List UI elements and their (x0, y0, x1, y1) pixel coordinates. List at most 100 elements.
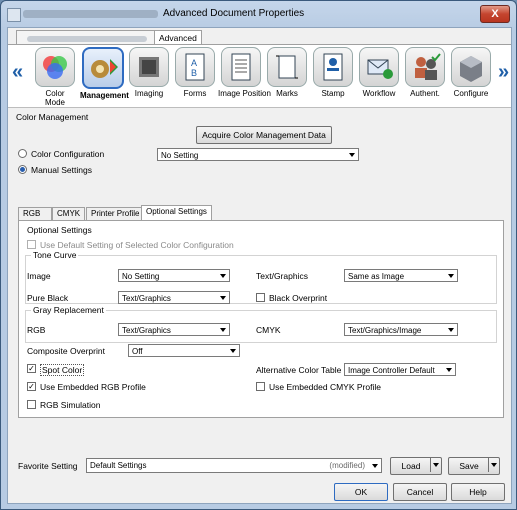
favorite-setting-label: Favorite Setting (18, 461, 78, 471)
image-select[interactable]: No Setting (118, 269, 230, 282)
function-image-position[interactable]: Image Position (218, 47, 271, 98)
function-label: Management (80, 91, 129, 100)
select-value: Default Settings (90, 461, 147, 470)
stamp-icon (313, 47, 353, 87)
tab-optional-settings[interactable]: Optional Settings (141, 205, 212, 221)
select-value: No Setting (122, 272, 160, 281)
function-label: Imaging (134, 89, 164, 98)
composite-overprint-select[interactable]: Off (128, 344, 240, 357)
modified-text: (modified) (329, 461, 365, 470)
use-embedded-cmyk-label: Use Embedded CMYK Profile (269, 382, 381, 392)
dialog-window: Advanced Document Properties X Advanced … (0, 0, 517, 510)
load-button[interactable]: Load (390, 457, 442, 475)
tab-advanced[interactable]: Advanced (154, 30, 202, 45)
text-graphics-label: Text/Graphics (256, 271, 308, 281)
manual-settings-radio[interactable] (18, 165, 27, 174)
close-button[interactable]: X (480, 5, 510, 23)
alternative-color-table-select[interactable]: Image Controller Default (344, 363, 456, 376)
function-stamp[interactable]: Stamp (310, 47, 356, 98)
use-embedded-cmyk-checkbox[interactable] (256, 382, 265, 391)
chevron-down-icon (230, 349, 236, 353)
black-overprint-checkbox[interactable] (256, 293, 265, 302)
function-label: Marks (276, 89, 298, 98)
color-configuration-radio[interactable] (18, 149, 27, 158)
function-label: Authent. (410, 89, 440, 98)
favorite-setting-select[interactable]: Default Settings (modified) (86, 458, 382, 473)
optional-settings-heading: Optional Settings (27, 225, 92, 235)
gray-replacement-heading: Gray Replacement (31, 305, 106, 315)
composite-overprint-label: Composite Overprint (27, 346, 105, 356)
ok-button[interactable]: OK (334, 483, 388, 501)
authent-icon (405, 47, 445, 87)
select-value: Image Controller Default (348, 366, 435, 375)
save-dropdown-icon[interactable] (488, 458, 499, 472)
function-imaging[interactable]: Imaging (126, 47, 172, 98)
color-configuration-label: Color Configuration (31, 149, 105, 159)
function-label: Image Position (218, 89, 271, 98)
function-configure[interactable]: Configure (448, 47, 494, 98)
help-button[interactable]: Help (451, 483, 505, 501)
load-label: Load (401, 461, 421, 471)
tab-cmyk[interactable]: CMYK (52, 207, 86, 220)
chevron-down-icon (448, 274, 454, 278)
scroll-right-arrow-icon[interactable]: » (498, 61, 509, 84)
function-color-mode[interactable]: Color Mode (32, 47, 78, 107)
use-default-checkbox[interactable] (27, 240, 36, 249)
alternative-color-table-label: Alternative Color Table (256, 365, 342, 375)
function-label: Workflow (362, 89, 396, 98)
pure-black-select[interactable]: Text/Graphics (118, 291, 230, 304)
chevron-down-icon (448, 328, 454, 332)
text-graphics-select[interactable]: Same as Image (344, 269, 458, 282)
spot-color-checkbox[interactable]: ✓ (27, 364, 36, 373)
chevron-down-icon (220, 274, 226, 278)
cmyk-label: CMYK (256, 325, 281, 335)
svg-text:B: B (191, 68, 197, 78)
use-default-label: Use Default Setting of Selected Color Co… (40, 240, 234, 250)
use-embedded-rgb-checkbox[interactable]: ✓ (27, 382, 36, 391)
tab-redacted[interactable] (16, 30, 160, 45)
chevron-down-icon (372, 464, 378, 468)
pure-black-label: Pure Black (27, 293, 69, 303)
color-configuration-select[interactable]: No Setting (157, 148, 359, 161)
dialog-client: Advanced « » Color Mode Management Imagi… (7, 27, 512, 504)
scroll-left-arrow-icon[interactable]: « (12, 61, 23, 84)
marks-icon (267, 47, 307, 87)
color-management-panel: Color Management Acquire Color Managemen… (8, 107, 511, 464)
function-label: Stamp (321, 89, 345, 98)
tab-rgb[interactable]: RGB (18, 207, 52, 220)
function-label: Color Mode (44, 89, 65, 107)
image-position-icon (221, 47, 261, 87)
load-dropdown-icon[interactable] (430, 458, 441, 472)
function-workflow[interactable]: Workflow (356, 47, 402, 98)
select-value: Same as Image (348, 272, 405, 281)
optional-settings-box: Optional Settings Use Default Setting of… (18, 220, 504, 418)
rgb-simulation-checkbox[interactable] (27, 400, 36, 409)
spot-color-label: Spot Color (40, 364, 85, 376)
image-label: Image (27, 271, 51, 281)
window-title: Advanced Document Properties (163, 8, 305, 19)
color-management-heading: Color Management (16, 112, 89, 122)
bottom-bar: Favorite Setting Default Settings (modif… (8, 456, 511, 503)
function-authent[interactable]: Authent. (402, 47, 448, 98)
save-button[interactable]: Save (448, 457, 500, 475)
function-forms[interactable]: AB Forms (172, 47, 218, 98)
function-management[interactable]: Management (80, 47, 129, 100)
select-value: Text/Graphics (122, 326, 171, 335)
cmyk-select[interactable]: Text/Graphics/Image (344, 323, 458, 336)
tone-curve-heading: Tone Curve (31, 250, 79, 260)
svg-text:A: A (191, 58, 197, 68)
function-marks[interactable]: Marks (264, 47, 310, 98)
cancel-button[interactable]: Cancel (393, 483, 447, 501)
rgb-select[interactable]: Text/Graphics (118, 323, 230, 336)
chevron-down-icon (220, 296, 226, 300)
rgb-label: RGB (27, 325, 46, 335)
use-embedded-rgb-label: Use Embedded RGB Profile (40, 382, 146, 392)
management-icon (82, 47, 124, 89)
tab-printer-profile[interactable]: Printer Profile (86, 207, 145, 220)
chevron-down-icon (349, 153, 355, 157)
forms-icon: AB (175, 47, 215, 87)
function-label: Forms (183, 89, 207, 98)
workflow-icon (359, 47, 399, 87)
acquire-color-management-data-button[interactable]: Acquire Color Management Data (196, 126, 332, 144)
manual-settings-label: Manual Settings (31, 165, 92, 175)
